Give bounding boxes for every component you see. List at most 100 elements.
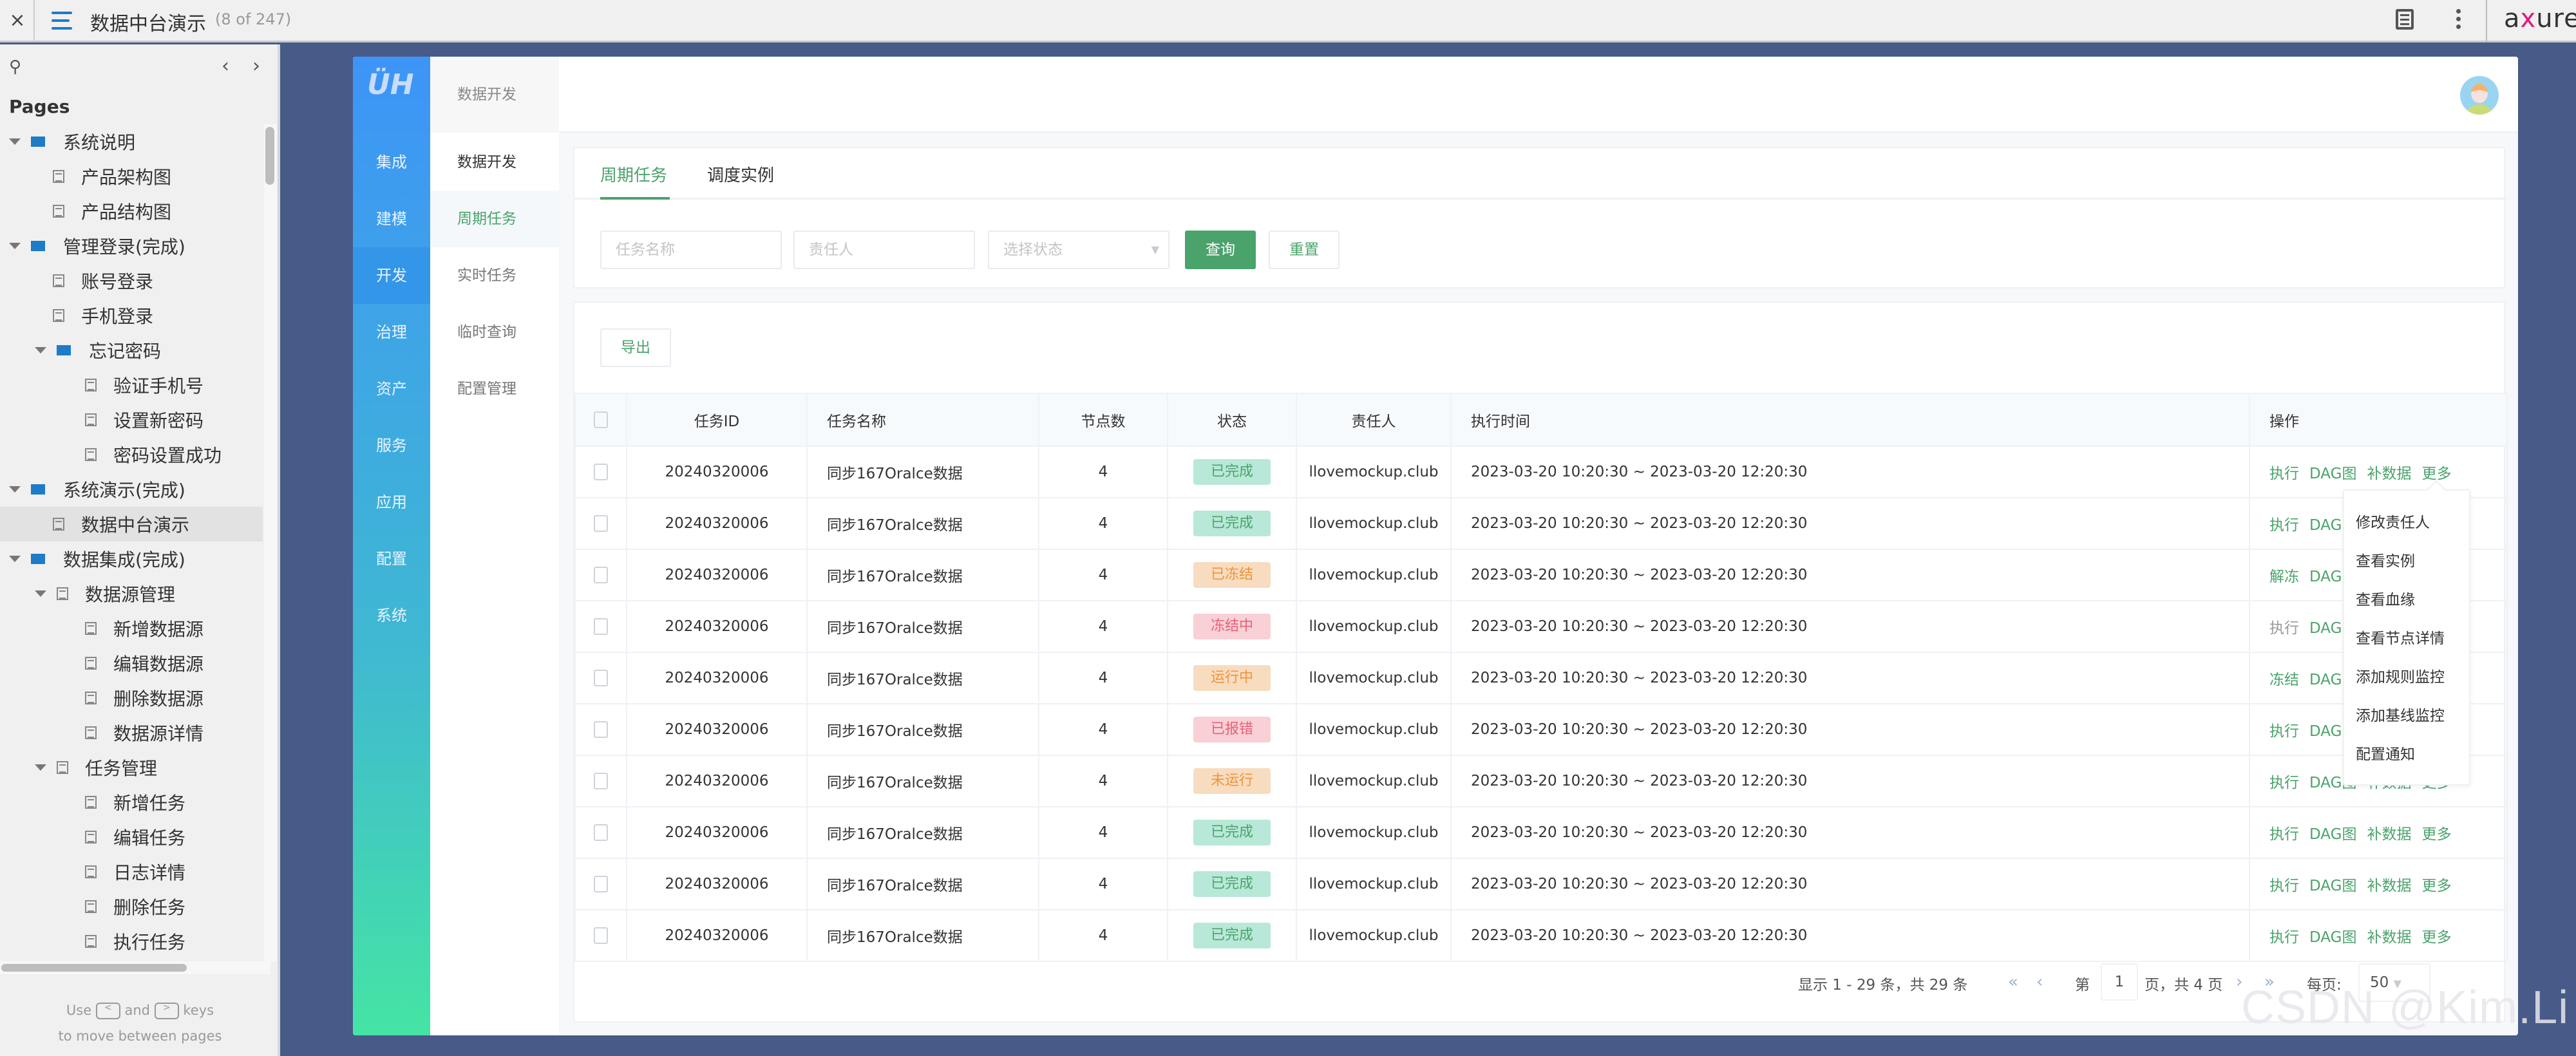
page-tree-item[interactable]: 忘记密码 — [0, 333, 263, 368]
page-tree-item[interactable]: 系统说明 — [0, 124, 263, 159]
primary-action-link[interactable]: 执行 — [2269, 775, 2299, 791]
page-tree-item[interactable]: 编辑数据源 — [0, 646, 263, 681]
menu-item[interactable]: 添加基线监控 — [2344, 697, 2469, 735]
expand-caret-icon[interactable] — [35, 347, 46, 354]
page-tree-item[interactable]: 手机登录 — [0, 298, 263, 333]
expand-caret-icon[interactable] — [9, 556, 21, 562]
dag-link[interactable]: DAG图 — [2309, 826, 2356, 843]
menu-item[interactable]: 配置通知 — [2344, 735, 2469, 774]
subnav-item[interactable]: 临时查询 — [430, 304, 559, 361]
dag-link[interactable]: DAG图 — [2309, 929, 2356, 946]
row-checkbox[interactable] — [574, 600, 627, 653]
notes-icon[interactable] — [2396, 9, 2414, 30]
horizontal-scrollbar[interactable] — [0, 961, 270, 974]
rail-item[interactable]: 系统 — [353, 587, 430, 644]
backfill-link[interactable]: 补数据 — [2367, 826, 2411, 843]
subnav-item[interactable]: 实时任务 — [430, 247, 559, 304]
tab-periodic-tasks[interactable]: 周期任务 — [600, 162, 667, 186]
rail-item[interactable]: 治理 — [353, 304, 430, 361]
export-button[interactable]: 导出 — [600, 328, 671, 367]
expand-caret-icon[interactable] — [9, 486, 21, 493]
task-name-input[interactable]: 任务名称 — [600, 231, 782, 269]
tab-schedule-instances[interactable]: 调度实例 — [707, 162, 774, 186]
primary-action-link[interactable]: 解冻 — [2269, 569, 2299, 585]
search-icon[interactable]: ⚲ — [9, 57, 21, 77]
row-checkbox[interactable] — [574, 858, 627, 910]
page-tree-item[interactable]: 产品架构图 — [0, 159, 263, 194]
page-tree-item[interactable]: 密码设置成功 — [0, 437, 263, 472]
backfill-link[interactable]: 补数据 — [2367, 466, 2411, 482]
row-checkbox[interactable] — [574, 549, 627, 601]
select-all-checkbox[interactable] — [574, 393, 627, 447]
vertical-scrollbar[interactable] — [264, 124, 277, 961]
menu-item[interactable]: 查看节点详情 — [2344, 619, 2469, 658]
chevron-left-icon[interactable]: ‹ — [222, 55, 229, 77]
first-page-icon[interactable]: « — [2008, 972, 2018, 992]
subnav-item[interactable]: 数据开发 — [430, 134, 559, 191]
dag-link[interactable]: DAG图 — [2309, 878, 2356, 894]
expand-caret-icon[interactable] — [9, 243, 21, 249]
rail-item[interactable]: 集成 — [353, 134, 430, 191]
page-tree-item[interactable]: 数据集成(完成) — [0, 542, 263, 576]
menu-item[interactable]: 修改责任人 — [2344, 504, 2469, 542]
expand-caret-icon[interactable] — [9, 138, 21, 145]
row-checkbox[interactable] — [574, 806, 627, 859]
row-checkbox[interactable] — [574, 703, 627, 756]
more-link[interactable]: 更多 — [2421, 929, 2451, 946]
row-checkbox[interactable] — [574, 909, 627, 962]
page-tree-item[interactable]: 删除任务 — [0, 889, 263, 924]
menu-item[interactable]: 查看血缘 — [2344, 581, 2469, 619]
expand-caret-icon[interactable] — [35, 590, 46, 597]
row-checkbox[interactable] — [574, 652, 627, 704]
page-tree-item[interactable]: 管理登录(完成) — [0, 229, 263, 263]
query-button[interactable]: 查询 — [1185, 231, 1256, 269]
row-checkbox[interactable] — [574, 755, 627, 807]
more-link[interactable]: 更多 — [2421, 826, 2451, 843]
page-tree-item[interactable]: 删除数据源 — [0, 681, 263, 715]
expand-caret-icon[interactable] — [35, 764, 46, 771]
page-tree-item[interactable]: 编辑任务 — [0, 820, 263, 854]
page-tree-item[interactable]: 数据中台演示 — [0, 507, 263, 542]
backfill-link[interactable]: 补数据 — [2367, 929, 2411, 946]
more-vertical-icon[interactable] — [2456, 9, 2461, 32]
menu-item[interactable]: 查看实例 — [2344, 542, 2469, 581]
primary-action-link[interactable]: 执行 — [2269, 878, 2299, 894]
page-tree-item[interactable]: 产品结构图 — [0, 194, 263, 229]
avatar[interactable] — [2460, 76, 2499, 115]
page-tree-item[interactable]: 数据源管理 — [0, 576, 263, 611]
dag-link[interactable]: DAG图 — [2309, 466, 2356, 482]
primary-action-link[interactable]: 冻结 — [2269, 672, 2299, 688]
rail-item[interactable]: 服务 — [353, 417, 430, 474]
more-link[interactable]: 更多 — [2421, 878, 2451, 894]
reset-button[interactable]: 重置 — [1269, 231, 1340, 269]
prev-page-icon[interactable]: ‹ — [2036, 972, 2043, 992]
page-tree-item[interactable]: 账号登录 — [0, 263, 263, 298]
menu-icon[interactable] — [52, 12, 72, 30]
close-icon[interactable]: × — [8, 9, 27, 32]
row-checkbox[interactable] — [574, 497, 627, 550]
page-tree-item[interactable]: 执行任务 — [0, 924, 263, 959]
primary-action-link[interactable]: 执行 — [2269, 620, 2299, 637]
page-tree-item[interactable]: 数据源详情 — [0, 715, 263, 750]
menu-item[interactable]: 添加规则监控 — [2344, 658, 2469, 697]
rail-item[interactable]: 资产 — [353, 361, 430, 417]
primary-action-link[interactable]: 执行 — [2269, 517, 2299, 534]
status-select[interactable]: 选择状态 ▼ — [988, 231, 1170, 269]
backfill-link[interactable]: 补数据 — [2367, 878, 2411, 894]
page-tree-item[interactable]: 新增数据源 — [0, 611, 263, 646]
owner-input[interactable]: 责任人 — [793, 231, 975, 269]
row-checkbox[interactable] — [574, 446, 627, 498]
subnav-item[interactable]: 配置管理 — [430, 361, 559, 417]
page-tree-item[interactable]: 任务管理 — [0, 750, 263, 785]
page-tree-item[interactable]: 日志详情 — [0, 854, 263, 889]
subnav-item[interactable]: 周期任务 — [430, 191, 559, 247]
page-number-input[interactable]: 1 — [2101, 963, 2138, 1001]
chevron-right-icon[interactable]: › — [252, 55, 260, 77]
rail-item[interactable]: 建模 — [353, 191, 430, 247]
page-tree-item[interactable]: 新增任务 — [0, 785, 263, 820]
primary-action-link[interactable]: 执行 — [2269, 929, 2299, 946]
rail-item[interactable]: 配置 — [353, 531, 430, 587]
rail-item[interactable]: 开发 — [353, 247, 430, 304]
page-tree-item[interactable]: 设置新密码 — [0, 402, 263, 437]
primary-action-link[interactable]: 执行 — [2269, 826, 2299, 843]
